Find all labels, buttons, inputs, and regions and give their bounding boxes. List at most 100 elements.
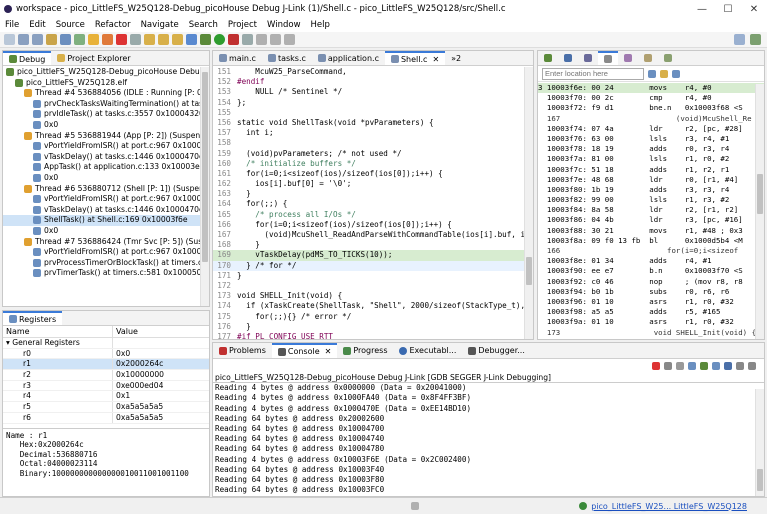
code-line[interactable]: 151 McuW25_ParseCommand, [213,67,533,77]
disassembly-line[interactable]: 10003f80: 1b 19 adds r3, r3, r4 [538,185,764,195]
step-return-icon[interactable] [172,34,183,45]
tab-expressions[interactable] [658,51,678,65]
code-line[interactable]: 170 } /* for */ [213,260,533,271]
tab-breakpoints[interactable] [558,51,578,65]
menu-help[interactable]: Help [306,20,335,30]
thread-node[interactable]: Thread #7 536886424 (Tmr Svc [P: 5]) (Su… [3,237,209,248]
register-row[interactable]: r3 0xe000ed04 [3,380,209,392]
close-tab-icon[interactable]: ✕ [325,344,332,358]
close-tab-icon[interactable]: ✕ [432,52,439,66]
disassembly-line[interactable]: 10003f98: a5 a5 adds r5, #165 [538,307,764,317]
resume-icon[interactable] [88,34,99,45]
launch-node[interactable]: pico_LittleFS_W25Q128-Debug_picoHouse De… [3,67,209,78]
stack-frame[interactable]: vTaskDelay() at tasks.c:1446 0x1000470e [3,205,209,216]
stack-frame[interactable]: prvIdleTask() at tasks.c:3557 0x10004320 [3,109,209,120]
disassembly-listing[interactable]: 3 10003f6e: 00 24 movs r4, #0 10003f70: … [538,82,764,338]
tab-shell-c[interactable]: Shell.c ✕ [384,51,446,66]
tab-outline[interactable] [618,51,638,65]
stack-frame[interactable]: 0x0 [3,226,209,237]
perspective-debug-icon[interactable] [750,34,761,45]
minimize-icon[interactable]: — [689,4,715,15]
tab-modules[interactable] [578,51,598,65]
instruction-stepping-icon[interactable] [186,34,197,45]
stack-frame[interactable]: vPortYieldFromISR() at port.c:967 0x1000… [3,247,209,258]
menu-navigate[interactable]: Navigate [136,20,184,30]
disassembly-line[interactable]: 10003f7c: 51 18 adds r1, r2, r1 [538,165,764,175]
disassembly-line[interactable]: 10003f82: 99 00 lsls r1, r3, #2 [538,195,764,205]
thread-node[interactable]: Thread #5 536881944 (App [P: 2]) (Suspen… [3,131,209,142]
step-into-icon[interactable] [144,34,155,45]
disassembly-line[interactable]: 10003f90: ee e7 b.n 0x10003f70 <S [538,266,764,276]
stack-frame[interactable]: prvProcessTimerOrBlockTask() at timers.c… [3,258,209,269]
register-row[interactable]: r1 0x2000264c [3,359,209,371]
tab-problems[interactable]: Problems [213,343,272,358]
stack-frame[interactable]: prvTimerTask() at timers.c:581 0x1000504… [3,268,209,279]
open-console-icon[interactable] [724,362,732,370]
stack-frame[interactable]: AppTask() at application.c:133 0x10003eb… [3,162,209,173]
stack-frame[interactable]: 0x0 [3,173,209,184]
stack-frame[interactable]: ShellTask() at Shell.c:169 0x10003f6e [3,215,209,226]
editor-scrollbar[interactable] [524,67,533,339]
stack-frame[interactable]: prvCheckTasksWaitingTermination() at tas… [3,99,209,110]
tab-debugger-console[interactable]: Debugger... [462,343,531,358]
skip-breakpoints-icon[interactable] [74,34,85,45]
step-over-icon[interactable] [158,34,169,45]
save-icon[interactable] [18,34,29,45]
disassembly-line[interactable]: 10003f72: f9 d1 bne.n 0x10003f68 <S [538,103,764,113]
disassembly-line[interactable]: 10003f7a: 81 00 lsls r1, r0, #2 [538,154,764,164]
disassembly-line[interactable]: 10003f8e: 01 34 adds r4, #1 [538,256,764,266]
perspective-cdt-icon[interactable] [734,34,745,45]
link-icon[interactable] [660,69,668,78]
menu-search[interactable]: Search [184,20,223,30]
menu-source[interactable]: Source [51,20,90,30]
stack-frame[interactable]: vPortYieldFromISR() at port.c:967 0x1000… [3,194,209,205]
disassembly-line[interactable]: 173 void SHELL_Init(void) { [538,328,764,338]
code-line[interactable]: 163 } [213,189,533,199]
next-annotation-icon[interactable] [256,34,267,45]
clear-console-icon[interactable] [676,362,684,370]
stack-frame[interactable]: vPortYieldFromISR() at port.c:967 0x1000… [3,141,209,152]
code-line[interactable]: 160 /* initialize buffers */ [213,159,533,169]
more-tabs[interactable]: »2 [445,51,467,65]
code-line[interactable]: 175 for(;;){} /* error */ [213,312,533,322]
build-icon[interactable] [46,34,57,45]
col-name[interactable]: Name [3,326,113,337]
launch-node[interactable]: pico_LittleFS_W25Q128.elf [3,78,209,89]
terminate-icon[interactable] [652,362,660,370]
forward-icon[interactable] [284,34,295,45]
tab-tasks-c[interactable]: tasks.c [262,51,312,65]
scroll-lock-icon[interactable] [688,362,696,370]
location-input[interactable] [542,67,644,80]
thread-node[interactable]: Thread #4 536884056 (IDLE : Running [P: … [3,88,209,99]
code-line[interactable]: 173 void SHELL_Init(void) { [213,291,533,301]
register-group[interactable]: ▾ General Registers [3,338,209,349]
stack-frame[interactable]: vTaskDelay() at tasks.c:1446 0x1000470e [3,152,209,163]
menu-refactor[interactable]: Refactor [90,20,136,30]
launch-status-link[interactable]: pico_LittleFS_W25... LittleFS_W25Q128 [591,502,747,511]
tab-debug[interactable]: Debug [3,51,52,65]
menu-edit[interactable]: Edit [24,20,50,30]
code-line[interactable]: 164 for(;;) { [213,199,533,209]
debug-launch-icon[interactable] [200,34,211,45]
disassembly-line[interactable]: 10003f78: 18 19 adds r0, r3, r4 [538,144,764,154]
tab-progress[interactable]: Progress [337,343,393,358]
search-icon[interactable] [242,34,253,45]
remove-launch-icon[interactable] [664,362,672,370]
tab-main-c[interactable]: main.c [213,51,262,65]
thread-node[interactable]: Thread #6 536880712 (Shell [P: 1]) (Susp… [3,184,209,195]
show-source-icon[interactable] [672,69,680,78]
disassembly-line[interactable]: 10003f88: 30 21 movs r1, #48 ; 0x3 [538,226,764,236]
tab-peripherals[interactable] [638,51,658,65]
menu-project[interactable]: Project [223,20,262,30]
disassembly-line[interactable]: 10003f9a: 01 10 asrs r1, r0, #32 [538,317,764,327]
close-icon[interactable]: ✕ [741,4,767,15]
disassembly-line[interactable]: 10003f74: 07 4a ldr r2, [pc, #28] [538,124,764,134]
disassembly-line[interactable]: 10003f76: 63 00 lsls r3, r4, #1 [538,134,764,144]
disassembly-line[interactable]: 10003f70: 00 2c cmp r4, #0 [538,93,764,103]
register-row[interactable]: r6 0xa5a5a5a5 [3,412,209,424]
register-row[interactable]: r5 0xa5a5a5a5 [3,402,209,413]
console-scrollbar[interactable] [755,389,764,496]
new-icon[interactable] [4,34,15,45]
debug-scrollbar[interactable] [200,67,209,306]
code-line[interactable]: 172 [213,281,533,291]
